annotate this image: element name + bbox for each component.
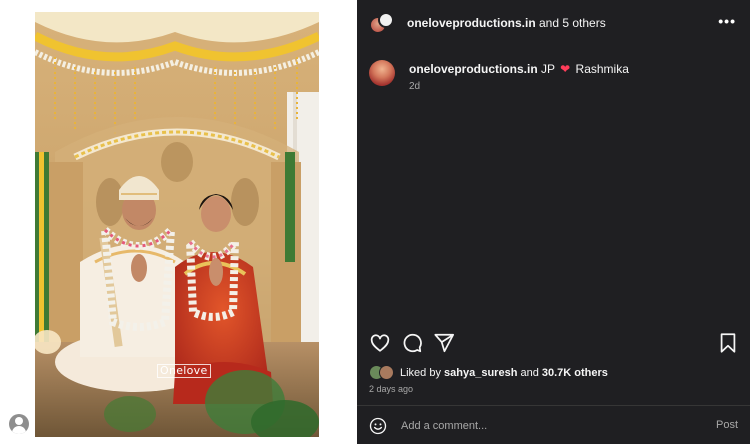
photo-watermark: Onelove <box>157 364 211 378</box>
likes-prefix: Liked by <box>400 367 445 379</box>
caption-text-part: Rashmika <box>572 62 629 76</box>
collab-others-link[interactable]: and 5 others <box>536 16 606 30</box>
header-username-link[interactable]: oneloveproductions.in <box>407 16 536 30</box>
likes-middle: and <box>517 367 542 379</box>
share-send-icon[interactable] <box>433 332 455 354</box>
caption-text-part: JP <box>537 62 559 76</box>
caption-username-link[interactable]: oneloveproductions.in <box>409 62 538 76</box>
bookmark-icon[interactable] <box>717 332 739 354</box>
avatar <box>379 365 394 380</box>
liker-avatars[interactable] <box>369 365 397 380</box>
left-backdrop: Onelove <box>0 0 357 444</box>
post-viewer: Onelove oneloveproductions.in and 5 othe… <box>0 0 750 444</box>
comment-input[interactable] <box>401 418 691 434</box>
post-photo[interactable]: Onelove <box>35 12 319 437</box>
post-side-panel: oneloveproductions.in and 5 others ••• o… <box>357 0 750 444</box>
caption-text: oneloveproductions.in JP ❤ Rashmika <box>409 62 629 76</box>
avatar[interactable] <box>369 60 395 86</box>
more-options-icon[interactable]: ••• <box>718 13 736 29</box>
post-comment-button[interactable]: Post <box>716 419 738 431</box>
profile-avatar-icon[interactable] <box>9 414 29 434</box>
likes-text: Liked by sahya_suresh and 30.7K others <box>400 367 608 379</box>
post-header: oneloveproductions.in and 5 others ••• <box>357 0 750 46</box>
liker-username-link[interactable]: sahya_suresh <box>444 367 517 379</box>
likes-count-link[interactable]: 30.7K others <box>542 367 608 379</box>
action-bar <box>369 332 739 354</box>
caption-timestamp[interactable]: 2d <box>409 81 420 92</box>
collab-avatars[interactable] <box>369 12 395 38</box>
avatar <box>378 12 394 28</box>
comment-box: Post <box>357 406 750 444</box>
emoji-smile-icon[interactable] <box>369 417 387 435</box>
heart-emoji-icon: ❤ <box>560 62 571 76</box>
header-usernames: oneloveproductions.in and 5 others <box>407 16 606 30</box>
like-heart-icon[interactable] <box>369 332 391 354</box>
comment-icon[interactable] <box>401 332 423 354</box>
posted-time[interactable]: 2 days ago <box>369 384 413 394</box>
